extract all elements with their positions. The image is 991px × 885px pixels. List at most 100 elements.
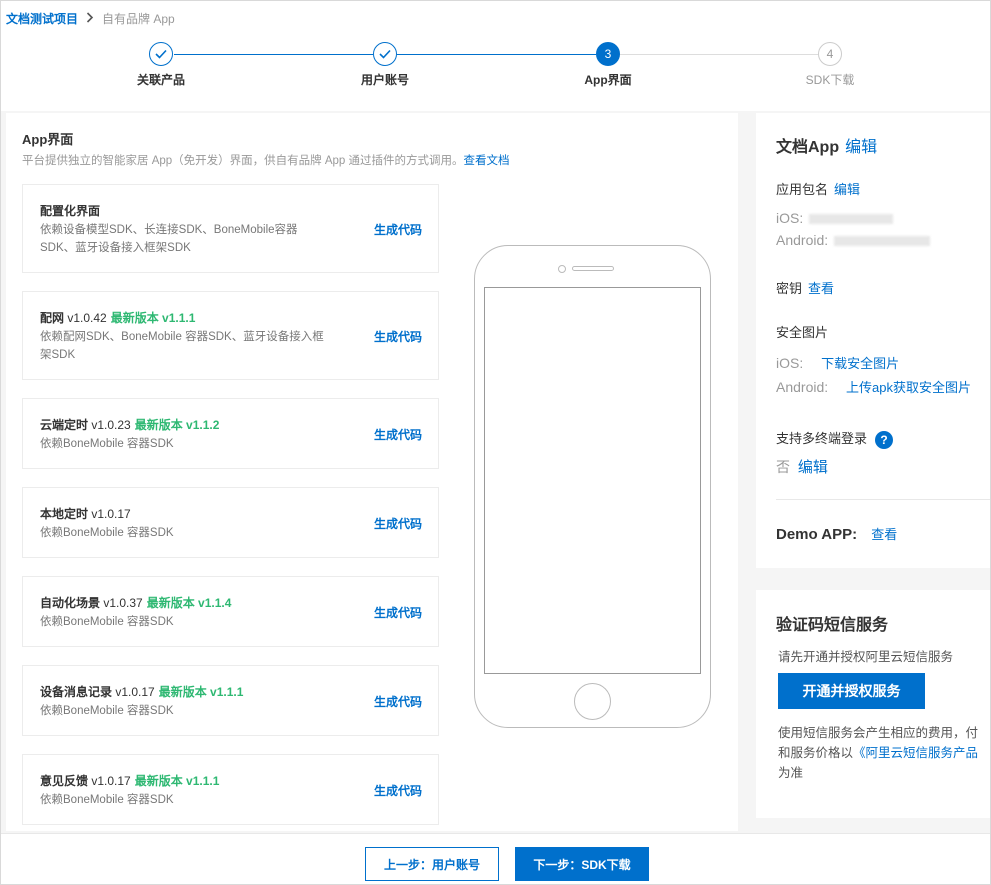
sdk-description: 依赖配网SDK、BoneMobile 容器SDK、蓝牙设备接入框架SDK: [40, 331, 324, 361]
sdk-card-title: 配置化界面: [40, 202, 100, 219]
step-connector: [620, 54, 818, 55]
question-icon[interactable]: ?: [875, 430, 894, 449]
secure-image-android-row: Android: 上传apk获取安全图片: [776, 377, 971, 396]
secret-key-label: 密钥: [776, 281, 803, 296]
sdk-card: 设备消息记录 v1.0.17 最新版本 v1.1.1 依赖BoneMobile 容…: [22, 665, 439, 736]
android-package-redacted: [834, 236, 931, 247]
sdk-name: 自动化场景: [40, 596, 101, 610]
sdk-card: 云端定时 v1.0.23 最新版本 v1.1.2 依赖BoneMobile 容器S…: [22, 398, 439, 469]
sms-prompt: 请先开通并授权阿里云短信服务: [778, 650, 954, 664]
app-name-edit-link[interactable]: 编辑: [845, 139, 877, 156]
generate-code-button[interactable]: 生成代码: [374, 328, 422, 345]
sdk-card: 意见反馈 v1.0.17 最新版本 v1.1.1 依赖BoneMobile 容器S…: [22, 754, 439, 825]
sms-note-prefix: 和服务价格以: [778, 746, 854, 760]
sdk-card: 自动化场景 v1.0.37 最新版本 v1.1.4 依赖BoneMobile 容器…: [22, 576, 439, 647]
sdk-description: 依赖BoneMobile 容器SDK: [40, 527, 174, 539]
chevron-right-icon: [86, 11, 94, 26]
sdk-description: 依赖BoneMobile 容器SDK: [40, 616, 174, 628]
phone-preview: [474, 245, 711, 728]
app-info-panel: 文档App 编辑 应用包名 编辑 iOS: Android: 密钥 查看 安全图片 i…: [756, 113, 990, 568]
step-2-check-icon: [373, 42, 397, 66]
sdk-description: 依赖BoneMobile 容器SDK: [40, 794, 174, 806]
step-progress: 3 4 关联产品 用户账号 App界面 SDK下载: [1, 41, 990, 101]
multi-login-value-row: 否 编辑: [776, 456, 828, 477]
android-package-label: Android:: [776, 232, 829, 248]
latest-version-badge: 最新版本 v1.1.2: [134, 418, 220, 432]
panel-desc-text: 平台提供独立的智能家居 App（免开发）界面，供自有品牌 App 通过插件的方式…: [22, 155, 464, 167]
step-2-label: 用户账号: [360, 73, 409, 87]
step-1-label: 关联产品: [136, 73, 185, 87]
sms-pricing-link[interactable]: 《阿里云短信服务产品: [853, 746, 978, 760]
secure-image-ios-label: iOS:: [776, 355, 804, 371]
upload-apk-link[interactable]: 上传apk获取安全图片: [846, 380, 971, 395]
generate-code-button[interactable]: 生成代码: [374, 604, 422, 621]
sdk-card-title: 意见反馈 v1.0.17 最新版本 v1.1.1: [40, 772, 219, 789]
sdk-card-title: 云端定时 v1.0.23 最新版本 v1.1.2: [40, 416, 219, 433]
panel-title: App界面: [22, 132, 74, 147]
step-3-number: 3: [596, 42, 620, 66]
panel-description: 平台提供独立的智能家居 App（免开发）界面，供自有品牌 App 通过插件的方式…: [22, 152, 510, 168]
sdk-name: 配网: [40, 311, 65, 325]
demo-app-row: Demo APP: 查看: [776, 524, 897, 543]
breadcrumb-current: 自有品牌 App: [102, 12, 175, 26]
generate-code-button[interactable]: 生成代码: [374, 693, 422, 710]
sdk-description: 依赖BoneMobile 容器SDK: [40, 705, 174, 717]
ios-package-row: iOS:: [776, 210, 894, 226]
sdk-version: v1.0.17: [88, 507, 131, 521]
header: 文档测试项目 自有品牌 App 3 4 关联产品 用户账号 App界面 SDK下…: [1, 1, 990, 111]
package-name-row: 应用包名 编辑: [776, 179, 860, 198]
multi-login-edit-link[interactable]: 编辑: [798, 459, 828, 476]
app-name: 文档App: [776, 139, 840, 156]
app-interface-panel: App界面 平台提供独立的智能家居 App（免开发）界面，供自有品牌 App 通…: [6, 113, 738, 831]
generate-code-button[interactable]: 生成代码: [374, 221, 422, 238]
generate-code-button[interactable]: 生成代码: [374, 515, 422, 532]
sdk-card: 配网 v1.0.42 最新版本 v1.1.1 依赖配网SDK、BoneMobile…: [22, 291, 439, 380]
sdk-description: 依赖BoneMobile 容器SDK: [40, 438, 174, 450]
app-name-heading: 文档App 编辑: [776, 133, 877, 157]
secret-key-view-link[interactable]: 查看: [808, 281, 834, 296]
package-name-edit-link[interactable]: 编辑: [834, 182, 860, 197]
sms-note-line-3: 为准: [778, 766, 804, 780]
view-docs-link[interactable]: 查看文档: [464, 155, 510, 167]
sdk-name: 配置化界面: [40, 204, 101, 218]
latest-version-badge: 最新版本 v1.1.1: [158, 685, 244, 699]
latest-version-badge: 最新版本 v1.1.1: [110, 311, 196, 325]
phone-speaker: [572, 266, 614, 271]
multi-login-row: 支持多终端登录?: [776, 428, 894, 449]
footer-bar: 上一步：用户账号 下一步：SDK下载: [1, 833, 990, 884]
sdk-version: v1.0.42: [64, 311, 107, 325]
next-step-button[interactable]: 下一步：SDK下载: [515, 847, 649, 881]
sdk-name: 设备消息记录: [40, 685, 113, 699]
breadcrumb: 文档测试项目 自有品牌 App: [6, 10, 175, 27]
demo-app-view-link[interactable]: 查看: [871, 527, 897, 542]
step-4-label: SDK下载: [805, 73, 855, 87]
step-3-label: App界面: [584, 73, 632, 87]
sdk-name: 意见反馈: [40, 774, 89, 788]
latest-version-badge: 最新版本 v1.1.1: [134, 774, 220, 788]
enable-sms-service-button[interactable]: 开通并授权服务: [778, 673, 925, 709]
step-4-number: 4: [818, 42, 842, 66]
prev-step-button[interactable]: 上一步：用户账号: [365, 847, 499, 881]
demo-app-label: Demo APP:: [776, 526, 858, 543]
phone-home-button: [574, 683, 611, 720]
secure-image-label: 安全图片: [776, 325, 829, 340]
sdk-card: 配置化界面 依赖设备模型SDK、长连接SDK、BoneMobile容器SDK、蓝…: [22, 184, 439, 273]
sdk-version: v1.0.37: [100, 596, 143, 610]
app-frame: 文档测试项目 自有品牌 App 3 4 关联产品 用户账号 App界面 SDK下…: [0, 0, 991, 885]
sdk-version: v1.0.17: [112, 685, 155, 699]
multi-login-label: 支持多终端登录: [776, 431, 868, 446]
generate-code-button[interactable]: 生成代码: [374, 426, 422, 443]
secure-image-ios-row: iOS: 下载安全图片: [776, 353, 899, 372]
secure-image-android-label: Android:: [776, 379, 829, 395]
phone-camera: [558, 265, 566, 273]
phone-screen: [484, 287, 701, 674]
download-secure-image-link[interactable]: 下载安全图片: [821, 356, 899, 371]
sdk-card-title: 配网 v1.0.42 最新版本 v1.1.1: [40, 309, 195, 326]
sdk-version: v1.0.23: [88, 418, 131, 432]
breadcrumb-parent-link[interactable]: 文档测试项目: [6, 10, 78, 27]
sdk-version: v1.0.17: [88, 774, 131, 788]
generate-code-button[interactable]: 生成代码: [374, 782, 422, 799]
secret-key-row: 密钥 查看: [776, 278, 834, 297]
sms-title: 验证码短信服务: [776, 617, 889, 634]
sdk-description: 依赖设备模型SDK、长连接SDK、BoneMobile容器SDK、蓝牙设备接入框…: [40, 224, 298, 254]
